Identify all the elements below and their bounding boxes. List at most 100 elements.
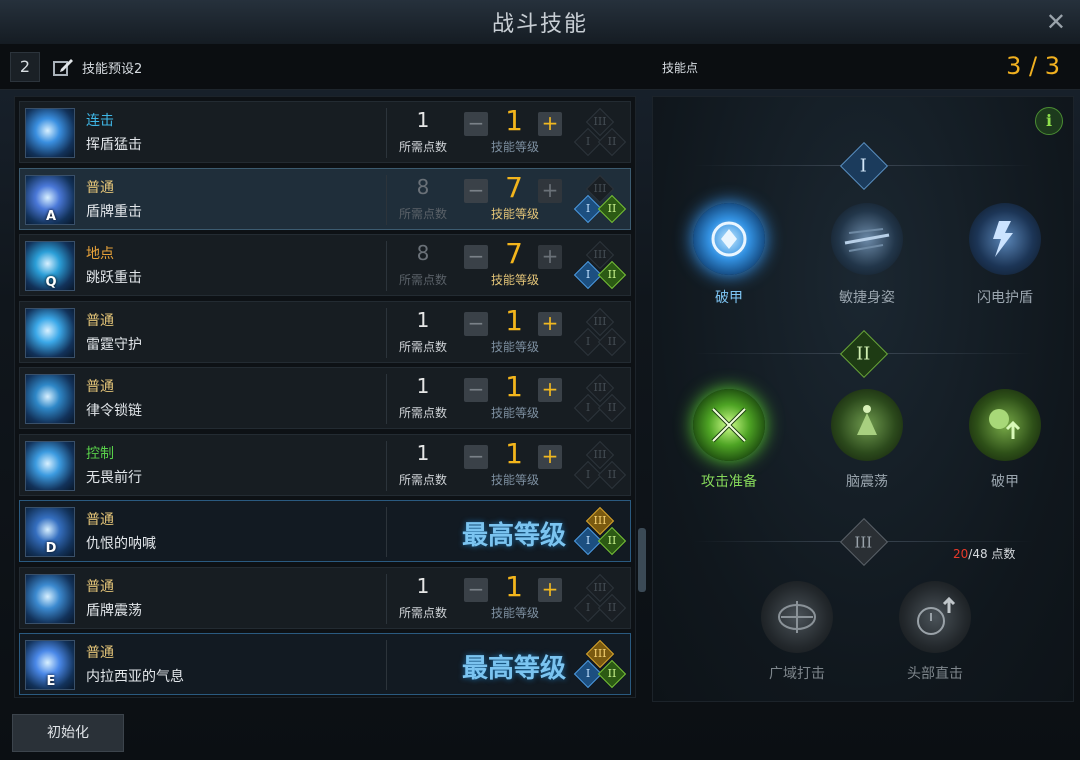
required-points: 1	[416, 440, 430, 465]
stopwatch-icon	[917, 596, 956, 635]
skill-row[interactable]: Q 地点 跳跃重击 8 所需点数 −7 + 技能等级 III I II	[19, 234, 631, 296]
skill-icon	[25, 108, 75, 158]
skill-icon: D	[25, 507, 75, 557]
tripod-3-1[interactable]	[761, 581, 833, 653]
level-up-button[interactable]: +	[538, 245, 562, 269]
skill-row[interactable]: 普通 盾牌震荡 1 所需点数 −1 + 技能等级 III I II	[19, 566, 631, 629]
skill-row[interactable]: 控制 无畏前行 1 所需点数 −1 + 技能等级 III I II	[19, 433, 631, 496]
skill-type: 普通	[86, 312, 114, 329]
tripod-tier-2-icon: II	[597, 260, 627, 290]
tripod-1-3-label: 闪电护盾	[977, 290, 1033, 306]
skill-points-label: 技能点	[662, 61, 699, 75]
level-down-button[interactable]: −	[464, 245, 488, 269]
skill-icon: A	[25, 174, 75, 225]
required-points-label: 所需点数	[398, 273, 447, 287]
row-divider	[386, 440, 387, 491]
scrollbar[interactable]	[638, 100, 646, 694]
row-divider	[386, 108, 387, 158]
level-up-button[interactable]: +	[538, 112, 562, 136]
level-down-button[interactable]: −	[464, 378, 488, 402]
tier-points-text: /48 点数	[968, 547, 1016, 561]
required-points-label: 所需点数	[398, 339, 447, 354]
tripod-tier-2-icon: II	[597, 659, 627, 689]
skill-level-label: 技能等级	[490, 206, 539, 221]
tripod-indicator[interactable]: III I II	[573, 174, 627, 225]
reset-button[interactable]: 初始化	[12, 714, 124, 752]
tripod-2-1[interactable]	[693, 389, 765, 461]
tripod-indicator[interactable]: III I II	[573, 639, 627, 690]
level-down-button[interactable]: −	[464, 311, 488, 336]
level-down-button[interactable]: −	[464, 178, 488, 203]
crossed-swords-icon	[711, 407, 747, 443]
level-up-button[interactable]: +	[538, 577, 562, 602]
level-up-button[interactable]: +	[538, 178, 562, 203]
tripod-indicator[interactable]: III I II	[573, 240, 627, 291]
required-points: 1	[416, 108, 430, 132]
lightning-shield-icon	[993, 221, 1013, 257]
info-icon[interactable]: i	[1035, 107, 1063, 135]
preset-bar: 2 技能预设2 技能点 3 / 3	[0, 44, 1080, 90]
tripod-1-1[interactable]	[693, 203, 765, 275]
skill-level-label: 技能等级	[490, 339, 539, 354]
level-down-button[interactable]: −	[464, 112, 488, 136]
level-up-button[interactable]: +	[538, 378, 562, 402]
tripod-tier-2-icon: II	[597, 127, 627, 157]
skill-row[interactable]: A 普通 盾牌重击 8 所需点数 −7 + 技能等级 III I II	[19, 167, 631, 230]
skill-type: 连击	[86, 113, 114, 129]
tripod-indicator[interactable]: III I II	[573, 107, 627, 158]
preset-number[interactable]: 2	[10, 52, 40, 82]
skill-type: 普通	[86, 179, 114, 196]
tripod-2-3[interactable]	[969, 389, 1041, 461]
required-points-label: 所需点数	[398, 206, 447, 221]
required-points: 1	[416, 307, 430, 332]
skill-hotkey: Q	[45, 275, 57, 290]
skill-row[interactable]: D 普通 仇恨的呐喊 最高等级 III I II	[19, 500, 631, 562]
tripod-indicator[interactable]: III I II	[573, 506, 627, 557]
skill-row[interactable]: E 普通 内拉西亚的气息 最高等级 III I II	[19, 633, 631, 695]
skill-icon	[25, 573, 75, 624]
skill-level-label: 技能等级	[490, 140, 539, 154]
required-points: 1	[416, 573, 430, 598]
skill-name: 雷霆守护	[86, 336, 142, 353]
tripod-2-3-label: 破甲	[991, 474, 1019, 490]
level-down-button[interactable]: −	[464, 577, 488, 602]
tripod-3-1-label: 广域打击	[769, 666, 825, 682]
tripod-2-2[interactable]	[831, 389, 903, 461]
skill-row[interactable]: 连击 挥盾猛击 1 所需点数 −1 + 技能等级 III I II	[19, 101, 631, 163]
tripod-1-2[interactable]	[831, 203, 903, 275]
close-icon[interactable]: ✕	[1046, 8, 1066, 36]
tripod-indicator[interactable]: III I II	[573, 373, 627, 424]
skill-level: 7	[505, 237, 523, 270]
tripod-1-3[interactable]	[969, 203, 1041, 275]
row-divider	[386, 174, 387, 225]
level-up-button[interactable]: +	[538, 444, 562, 469]
tier-points: 20/48 点数	[953, 545, 1015, 562]
shatter-armor-icon	[711, 221, 747, 257]
row-divider	[386, 307, 387, 358]
skill-name: 盾牌重击	[86, 203, 142, 220]
tripod-indicator[interactable]: III I II	[573, 573, 627, 624]
tripod-indicator[interactable]: III I II	[573, 307, 627, 358]
max-level-label: 最高等级	[462, 521, 567, 551]
skill-name: 律令锁链	[86, 403, 142, 419]
skill-level-label: 技能等级	[490, 472, 539, 487]
agile-stance-icon	[844, 228, 890, 252]
edit-icon[interactable]	[52, 56, 74, 78]
skill-level: 1	[505, 436, 523, 470]
level-down-button[interactable]: −	[464, 444, 488, 469]
required-points: 8	[416, 241, 430, 265]
level-up-button[interactable]: +	[538, 311, 562, 336]
skill-row[interactable]: 普通 律令锁链 1 所需点数 −1 + 技能等级 III I II	[19, 367, 631, 429]
required-points-label: 所需点数	[398, 140, 447, 154]
tripod-tier-2-icon: II	[597, 526, 627, 556]
row-divider	[386, 573, 387, 624]
row-divider	[386, 374, 387, 424]
skill-icon	[25, 374, 75, 424]
row-divider	[386, 640, 387, 690]
skill-icon: Q	[25, 241, 75, 291]
skill-level: 1	[505, 370, 523, 403]
scrollbar-thumb[interactable]	[638, 528, 646, 592]
tripod-3-2[interactable]	[899, 581, 971, 653]
skill-row[interactable]: 普通 雷霆守护 1 所需点数 −1 + 技能等级 III I II	[19, 300, 631, 363]
tripod-indicator[interactable]: III I II	[573, 440, 627, 491]
